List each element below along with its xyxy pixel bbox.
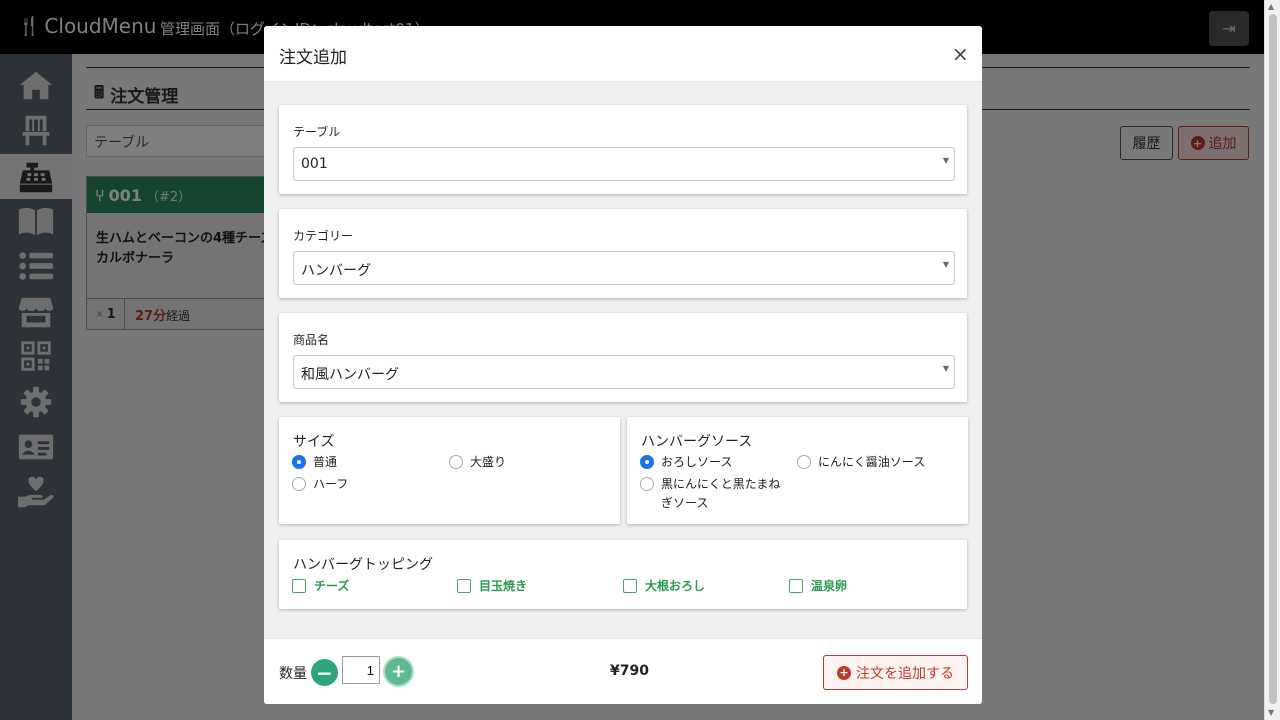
- topping-option-cheese[interactable]: チーズ: [292, 577, 349, 594]
- radio-unchecked-icon: [292, 477, 306, 491]
- size-option-half[interactable]: ハーフ: [292, 475, 348, 494]
- sauce-option-oroshi[interactable]: おろしソース: [640, 453, 732, 472]
- table-label: テーブル: [293, 125, 341, 139]
- scroll-down-icon[interactable]: ▼: [1268, 708, 1274, 717]
- product-label: 商品名: [293, 333, 330, 347]
- product-select-value: 和風ハンバーグ: [301, 367, 399, 383]
- size-option-normal[interactable]: 普通: [292, 453, 337, 472]
- minus-icon: −: [316, 660, 333, 685]
- table-select-value: 001: [301, 156, 328, 172]
- topping-panel: ハンバーグトッピング チーズ 目玉焼き 大根おろし 温泉卵: [279, 540, 967, 609]
- size-title: サイズ: [293, 434, 335, 450]
- topping-option-onsen-egg[interactable]: 温泉卵: [789, 577, 847, 594]
- radio-unchecked-icon: [640, 477, 654, 491]
- radio-checked-icon: [640, 455, 654, 469]
- caret-down-icon: ▼: [942, 364, 949, 373]
- size-panel: サイズ 普通 大盛り ハーフ: [279, 417, 620, 524]
- scroll-thumb[interactable]: [1269, 14, 1277, 704]
- submit-order-label: 注文を追加する: [856, 665, 954, 682]
- product-panel: 商品名 和風ハンバーグ ▼: [279, 313, 967, 402]
- plus-icon: +: [390, 661, 407, 682]
- total-price: ¥790: [610, 663, 649, 679]
- radio-checked-icon: [292, 455, 306, 469]
- plus-circle-icon: +: [837, 665, 851, 680]
- decrease-quantity-button[interactable]: −: [311, 659, 338, 686]
- category-panel: カテゴリー ハンバーグ ▼: [279, 209, 967, 298]
- table-select[interactable]: 001 ▼: [293, 147, 955, 181]
- quantity-label: 数量: [279, 666, 307, 682]
- category-select-value: ハンバーグ: [301, 263, 371, 279]
- modal-header: 注文追加 ×: [264, 26, 982, 82]
- modal-footer: 数量 − + ¥790 + 注文を追加する: [264, 638, 982, 704]
- sauce-option-garlic-soy[interactable]: にんにく醤油ソース: [797, 453, 925, 472]
- checkbox-unchecked-icon: [457, 578, 471, 593]
- caret-down-icon: ▼: [942, 156, 949, 165]
- size-option-large[interactable]: 大盛り: [449, 453, 506, 472]
- scroll-up-icon[interactable]: ▲: [1268, 2, 1274, 11]
- topping-option-fried-egg[interactable]: 目玉焼き: [457, 577, 527, 594]
- radio-unchecked-icon: [797, 455, 811, 469]
- radio-unchecked-icon: [449, 455, 463, 469]
- checkbox-unchecked-icon: [292, 578, 306, 593]
- sauce-title: ハンバーグソース: [641, 434, 753, 450]
- sauce-panel: ハンバーグソース おろしソース にんにく醤油ソース 黒にんにくと黒たまねぎソース: [627, 417, 968, 524]
- checkbox-unchecked-icon: [789, 578, 803, 593]
- add-order-modal: 注文追加 × テーブル 001 ▼ カテゴリー ハンバーグ ▼ 商品名 和風ハン…: [264, 26, 982, 704]
- caret-down-icon: ▼: [942, 260, 949, 269]
- page-scrollbar[interactable]: ▲ ▼: [1264, 0, 1280, 720]
- category-label: カテゴリー: [293, 229, 354, 243]
- close-icon[interactable]: ×: [952, 42, 969, 66]
- product-select[interactable]: 和風ハンバーグ ▼: [293, 355, 955, 389]
- table-panel: テーブル 001 ▼: [279, 105, 967, 194]
- category-select[interactable]: ハンバーグ ▼: [293, 251, 955, 285]
- submit-order-button[interactable]: + 注文を追加する: [823, 655, 968, 690]
- modal-title: 注文追加: [279, 48, 347, 68]
- topping-title: ハンバーグトッピング: [293, 557, 433, 573]
- sauce-option-black-garlic[interactable]: 黒にんにくと黒たまねぎソース: [640, 475, 790, 513]
- checkbox-unchecked-icon: [623, 578, 637, 593]
- quantity-input[interactable]: [342, 656, 380, 684]
- increase-quantity-button[interactable]: +: [383, 656, 414, 687]
- topping-option-grated-radish[interactable]: 大根おろし: [623, 577, 705, 594]
